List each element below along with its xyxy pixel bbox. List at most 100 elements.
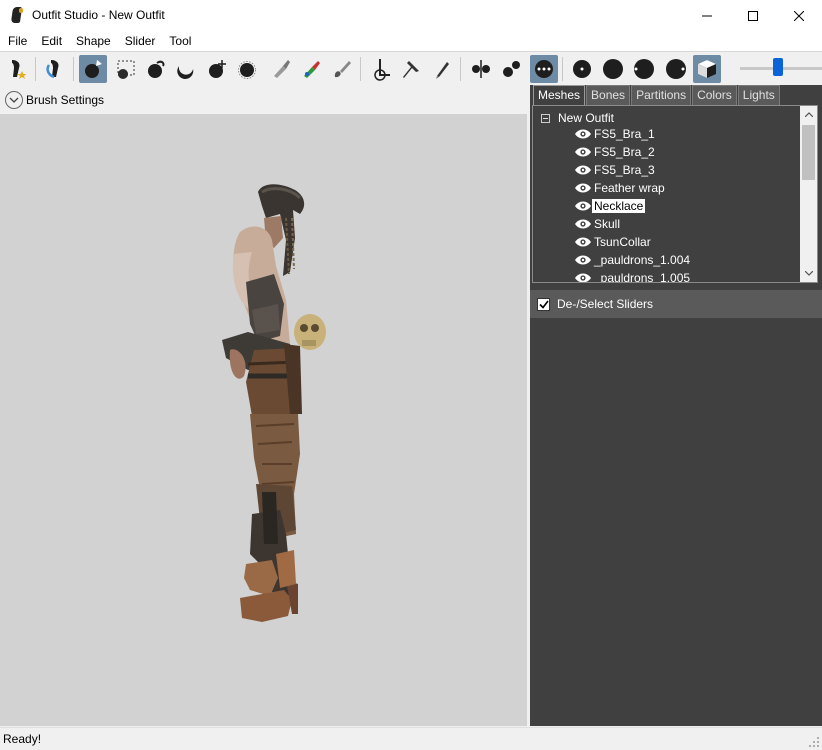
mirror-x-icon xyxy=(472,60,490,78)
tree-root-label: New Outfit xyxy=(558,111,615,125)
brush-large-icon xyxy=(603,59,623,79)
color-brush-button[interactable] xyxy=(328,55,356,83)
eye-icon[interactable] xyxy=(575,201,591,211)
mesh-item[interactable]: FS5_Bra_1 xyxy=(575,125,655,143)
mask-brush-icon xyxy=(85,60,102,78)
mesh-item[interactable]: Skull xyxy=(575,215,620,233)
connected-only-icon xyxy=(503,61,520,77)
status-text: Ready! xyxy=(3,732,42,746)
mask-brush-button[interactable] xyxy=(79,55,107,83)
mesh-label: FS5_Bra_3 xyxy=(594,163,655,177)
weight-brush-icon xyxy=(304,61,320,78)
smooth-brush-button[interactable] xyxy=(233,55,261,83)
eye-icon[interactable] xyxy=(575,237,591,247)
mesh-tree-scrollbar[interactable] xyxy=(800,106,817,282)
menu-shape[interactable]: Shape xyxy=(69,31,118,51)
brush-small-icon xyxy=(573,60,591,78)
tab-bones[interactable]: Bones xyxy=(586,85,631,105)
close-button[interactable] xyxy=(776,0,822,31)
inflate-brush-icon xyxy=(148,60,165,78)
deflate-brush-button[interactable] xyxy=(172,55,200,83)
eye-icon[interactable] xyxy=(575,183,591,193)
x-mirror-brush-button[interactable] xyxy=(530,55,558,83)
eye-icon[interactable] xyxy=(575,273,591,283)
close-icon xyxy=(794,10,804,21)
connected-only-button[interactable] xyxy=(498,55,526,83)
mesh-item[interactable]: FS5_Bra_3 xyxy=(575,161,655,179)
pivot-button[interactable] xyxy=(397,55,425,83)
eye-icon[interactable] xyxy=(575,147,591,157)
minimize-button[interactable] xyxy=(684,0,730,31)
menu-bar: File Edit Shape Slider Tool xyxy=(0,31,822,51)
brush-falloff-icon xyxy=(666,59,686,79)
axis-transform-button[interactable] xyxy=(366,55,394,83)
weight-brush-button[interactable] xyxy=(297,55,325,83)
brush-size-slider-thumb[interactable] xyxy=(772,58,783,76)
menu-file[interactable]: File xyxy=(1,31,34,51)
menu-tool[interactable]: Tool xyxy=(162,31,198,51)
select-sliders-label: De-/Select Sliders xyxy=(557,297,654,311)
collapse-icon[interactable] xyxy=(541,113,550,123)
mesh-label: _pauldrons_1.004 xyxy=(594,253,691,267)
x-mirror-brush-icon xyxy=(535,60,553,78)
brush-half-button[interactable] xyxy=(630,55,658,83)
scroll-up-icon[interactable] xyxy=(800,106,817,123)
brush-settings-header[interactable]: Brush Settings xyxy=(0,86,527,114)
mesh-label: FS5_Bra_1 xyxy=(594,127,655,141)
maximize-button[interactable] xyxy=(730,0,776,31)
tab-meshes[interactable]: Meshes xyxy=(533,85,586,105)
mirror-x-button[interactable] xyxy=(467,55,495,83)
mesh-item[interactable]: _pauldrons_1.004 xyxy=(575,251,690,269)
select-region-button[interactable] xyxy=(112,55,140,83)
select-sliders-checkbox[interactable] xyxy=(537,297,550,311)
scroll-down-icon[interactable] xyxy=(800,265,817,282)
menu-slider[interactable]: Slider xyxy=(118,31,163,51)
brush-settings-label: Brush Settings xyxy=(26,93,105,107)
chevron-down-icon[interactable] xyxy=(5,91,23,109)
brush-large-button[interactable] xyxy=(599,55,627,83)
tab-partitions[interactable]: Partitions xyxy=(631,85,692,105)
mesh-item[interactable]: Feather wrap xyxy=(575,179,665,197)
sliders-header: De-/Select Sliders xyxy=(530,290,822,318)
brush-half-icon xyxy=(634,59,654,79)
eye-icon[interactable] xyxy=(575,165,591,175)
undiff-brush-button[interactable] xyxy=(266,55,294,83)
pivot-icon xyxy=(403,61,419,78)
mesh-item[interactable]: FS5_Bra_2 xyxy=(575,143,655,161)
mesh-item-selected[interactable]: Necklace xyxy=(575,197,646,215)
menu-edit[interactable]: Edit xyxy=(34,31,69,51)
app-logo-icon xyxy=(10,6,24,24)
mesh-tree[interactable]: New Outfit FS5_Bra_1 FS5_Bra_2 FS5_Bra_3… xyxy=(532,105,818,283)
toolbar xyxy=(0,51,822,85)
undiff-brush-icon xyxy=(274,60,290,78)
brush-falloff-button[interactable] xyxy=(662,55,690,83)
global-brush-button[interactable] xyxy=(693,55,721,83)
eye-icon[interactable] xyxy=(575,129,591,139)
eye-icon[interactable] xyxy=(575,219,591,229)
window-title: Outfit Studio - New Outfit xyxy=(32,8,165,22)
resize-grip-icon[interactable] xyxy=(808,736,820,748)
checkmark-icon xyxy=(538,300,549,309)
eye-icon[interactable] xyxy=(575,255,591,265)
mesh-item[interactable]: _pauldrons_1.005 xyxy=(575,269,690,283)
tab-lights[interactable]: Lights xyxy=(737,85,780,105)
mesh-label: Feather wrap xyxy=(594,181,665,195)
select-tool-button[interactable] xyxy=(3,55,31,83)
global-brush-icon xyxy=(698,60,716,78)
color-brush-icon xyxy=(334,61,351,78)
move-brush-button[interactable] xyxy=(203,55,231,83)
inflate-brush-button[interactable] xyxy=(142,55,170,83)
tab-colors[interactable]: Colors xyxy=(692,85,737,105)
transform-tool-button[interactable] xyxy=(41,55,69,83)
mesh-item[interactable]: TsunCollar xyxy=(575,233,651,251)
axis-transform-icon xyxy=(374,59,390,81)
vertex-edit-button[interactable] xyxy=(428,55,456,83)
select-region-icon xyxy=(117,60,135,79)
scrollbar-thumb[interactable] xyxy=(802,125,815,180)
select-tool-icon xyxy=(12,60,27,79)
3d-viewport[interactable] xyxy=(0,114,527,726)
maximize-icon xyxy=(748,10,758,21)
window-controls xyxy=(684,0,822,31)
brush-small-button[interactable] xyxy=(568,55,596,83)
mesh-label: TsunCollar xyxy=(594,235,651,249)
